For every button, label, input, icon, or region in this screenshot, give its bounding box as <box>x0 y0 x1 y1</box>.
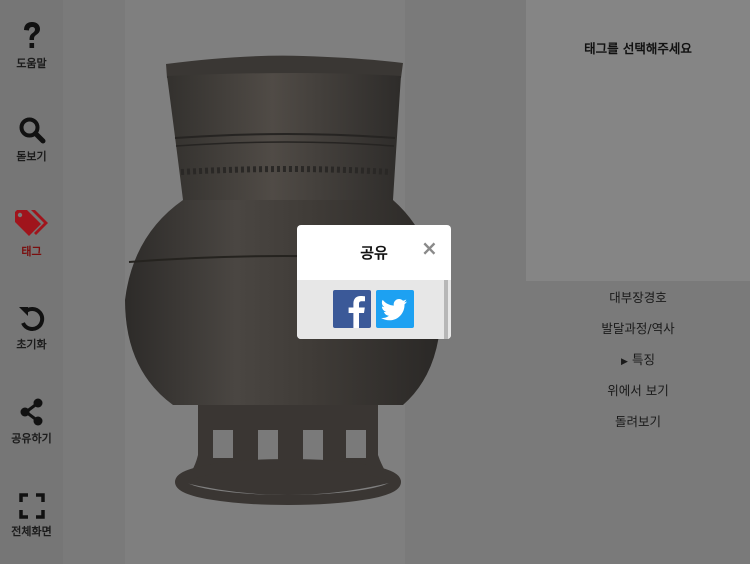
twitter-icon[interactable] <box>376 290 414 328</box>
share-options <box>297 280 451 339</box>
facebook-icon[interactable] <box>333 290 371 328</box>
help-button[interactable]: 도움말 <box>0 21 63 71</box>
tag-button[interactable]: 태그 <box>0 209 63 259</box>
menu-item-name[interactable]: 대부장경호 <box>526 282 750 313</box>
search-icon <box>19 117 45 144</box>
menu-item-label: 대부장경호 <box>609 290 667 305</box>
share-button[interactable]: 공유하기 <box>0 398 63 446</box>
menu-item-label: 발달과정/역사 <box>601 321 675 336</box>
tag-prompt: 태그를 선택해주세요 <box>584 41 692 56</box>
play-arrow-icon: ▶ <box>621 357 628 367</box>
menu-item-rotate[interactable]: 돌려보기 <box>526 406 750 437</box>
tag-icon <box>14 210 48 236</box>
question-icon <box>23 22 40 48</box>
tag-info-box: 태그를 선택해주세요 <box>526 0 750 281</box>
fullscreen-icon <box>18 493 45 519</box>
reset-button[interactable]: 초기화 <box>0 304 63 352</box>
magnifier-label: 돋보기 <box>16 150 47 163</box>
close-icon[interactable]: × <box>421 238 438 258</box>
menu-item-features[interactable]: ▶ 특징 <box>526 344 750 375</box>
menu-item-label: 돌려보기 <box>614 414 661 429</box>
view-menu: 대부장경호 발달과정/역사 ▶ 특징 위에서 보기 돌려보기 <box>526 282 750 437</box>
menu-item-label: 위에서 보기 <box>607 383 669 398</box>
magnifier-button[interactable]: 돋보기 <box>0 116 63 164</box>
share-label: 공유하기 <box>11 432 52 445</box>
menu-item-label: 특징 <box>631 352 655 367</box>
reset-label: 초기화 <box>16 338 47 351</box>
tag-label: 태그 <box>21 245 42 258</box>
share-modal: 공유 × <box>297 225 451 339</box>
menu-item-history[interactable]: 발달과정/역사 <box>526 313 750 344</box>
left-toolbar: 도움말 돋보기 태그 초기화 공유하기 전체화면 <box>0 0 63 564</box>
share-icon <box>20 398 42 426</box>
menu-item-top-view[interactable]: 위에서 보기 <box>526 375 750 406</box>
fullscreen-button[interactable]: 전체화면 <box>0 493 63 539</box>
right-panel: 태그를 선택해주세요 대부장경호 발달과정/역사 ▶ 특징 위에서 보기 돌려보기 <box>518 0 750 564</box>
fullscreen-label: 전체화면 <box>11 525 52 538</box>
reset-icon <box>18 306 44 331</box>
help-label: 도움말 <box>16 57 47 70</box>
modal-scrollbar[interactable] <box>444 280 448 339</box>
